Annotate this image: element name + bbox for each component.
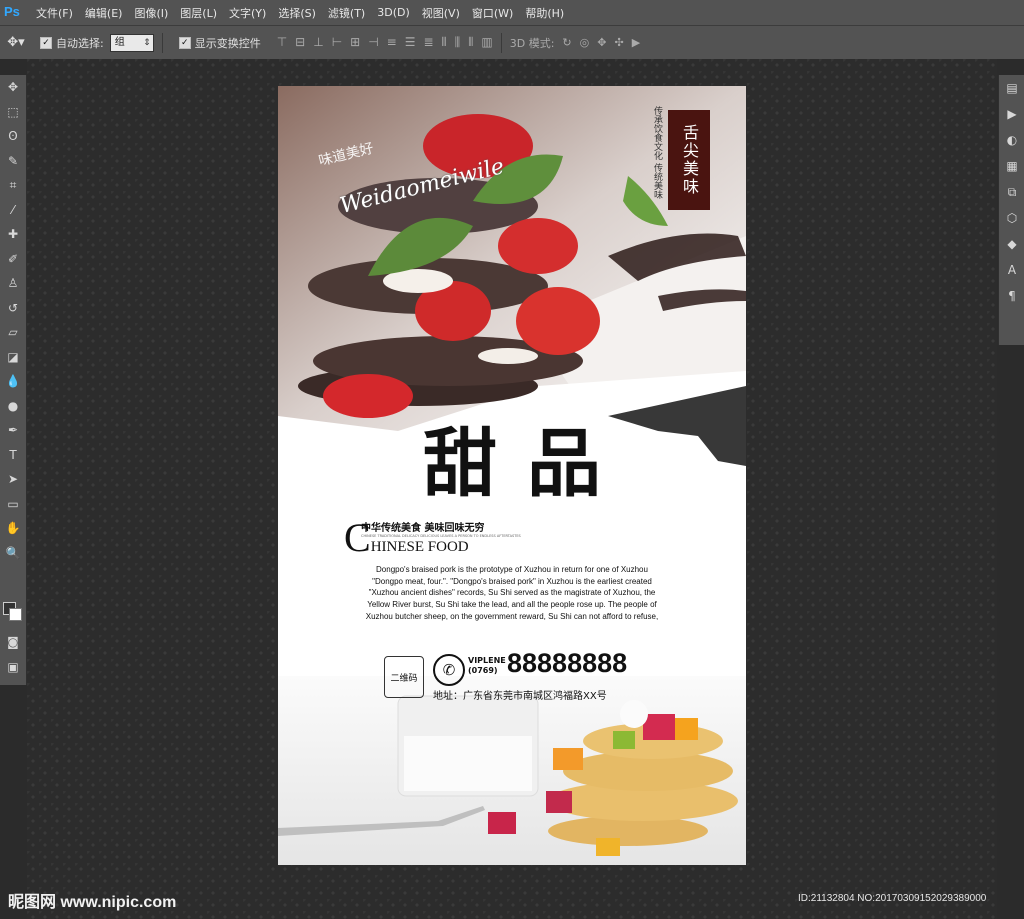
- app-logo: Ps: [4, 3, 20, 19]
- color-panel-icon[interactable]: ◐: [999, 127, 1024, 153]
- distribute-top-icon[interactable]: ≡: [387, 35, 397, 50]
- align-right-icon[interactable]: ⊣: [368, 35, 378, 50]
- show-transform-checkbox[interactable]: ✓: [178, 36, 191, 49]
- crop-tool-icon[interactable]: ⌗: [0, 173, 26, 198]
- mode-3d-label: 3D 模式:: [509, 36, 555, 50]
- seal-title: 舌尖美味: [668, 110, 710, 210]
- quick-mask-icon[interactable]: ◙: [0, 630, 26, 655]
- menu-type[interactable]: 文字(Y): [223, 5, 272, 21]
- align-buttons: ⊤ ⊟ ⊥ ⊢ ⊞ ⊣ ≡ ☰ ≣ ⫴ ⫼ ⦀ ▥: [277, 35, 493, 50]
- quick-select-tool-icon[interactable]: ✎: [0, 149, 26, 174]
- swatches-panel-icon[interactable]: ▦: [999, 153, 1024, 179]
- qr-code-box: 二维码: [384, 656, 424, 698]
- divider: [161, 32, 163, 53]
- phone-number: 88888888: [507, 648, 628, 678]
- address-text: 地址：广东省东莞市南城区鸿福路XX号: [433, 691, 607, 702]
- panel-dock: ▤ ▶ ◐ ▦ ⧉ ⬡ ◆ A ¶: [998, 75, 1024, 345]
- pen-tool-icon[interactable]: ✒: [0, 418, 26, 443]
- phone-label: VIPLENE (0769): [468, 656, 506, 676]
- site-watermark: 昵图网 www.nipic.com: [8, 894, 177, 911]
- screen-mode-icon[interactable]: ▣: [0, 655, 26, 680]
- rectangle-tool-icon[interactable]: ▭: [0, 492, 26, 517]
- paragraph-panel-icon[interactable]: ¶: [999, 283, 1024, 309]
- menu-edit[interactable]: 编辑(E): [79, 5, 129, 21]
- character-panel-icon[interactable]: A: [999, 257, 1024, 283]
- lasso-tool-icon[interactable]: ʘ: [0, 124, 26, 149]
- marquee-tool-icon[interactable]: ⬚: [0, 100, 26, 125]
- menu-window[interactable]: 窗口(W): [466, 5, 519, 21]
- zoom-tool-icon[interactable]: 🔍: [0, 541, 26, 566]
- dodge-tool-icon[interactable]: ●: [0, 394, 26, 419]
- menu-help[interactable]: 帮助(H): [519, 5, 570, 21]
- eyedropper-tool-icon[interactable]: ⁄: [0, 198, 26, 223]
- menu-file[interactable]: 文件(F): [30, 5, 79, 21]
- clone-stamp-icon[interactable]: ♙: [0, 271, 26, 296]
- distribute-hcenter-icon[interactable]: ⫼: [455, 35, 461, 50]
- 3d-mode-buttons: ↻ ◎ ✥ ✣ ▶: [562, 36, 640, 49]
- adjustments-panel-icon[interactable]: ⧉: [999, 179, 1024, 205]
- path-select-icon[interactable]: ➤: [0, 467, 26, 492]
- align-top-icon[interactable]: ⊤: [277, 35, 287, 50]
- menu-bar: Ps 文件(F) 编辑(E) 图像(I) 图层(L) 文字(Y) 选择(S) 滤…: [0, 0, 1024, 25]
- show-transform-label: 显示变换控件: [194, 36, 261, 50]
- distribute-vcenter-icon[interactable]: ☰: [405, 35, 416, 50]
- 3d-roll-icon[interactable]: ◎: [580, 36, 590, 49]
- distribute-right-icon[interactable]: ⦀: [468, 35, 473, 50]
- subtitle-chinese: 中华传统美食 美味回味无穷: [361, 523, 485, 534]
- menu-filter[interactable]: 滤镜(T): [322, 5, 371, 21]
- distribute-left-icon[interactable]: ⫴: [442, 35, 447, 50]
- healing-brush-icon[interactable]: ✚: [0, 222, 26, 247]
- 3d-slide-icon[interactable]: ✣: [614, 36, 623, 49]
- 3d-pan-icon[interactable]: ✥: [597, 36, 606, 49]
- distribute-bottom-icon[interactable]: ≣: [423, 35, 433, 50]
- phone-label-bottom: (0769): [468, 666, 498, 675]
- eraser-tool-icon[interactable]: ▱: [0, 320, 26, 345]
- divider: [500, 32, 502, 53]
- menu-layer[interactable]: 图层(L): [174, 5, 223, 21]
- auto-select-dropdown[interactable]: 组: [109, 33, 154, 52]
- auto-select-checkbox[interactable]: ✓: [40, 36, 52, 49]
- type-tool-icon[interactable]: T: [0, 443, 26, 468]
- actions-panel-icon[interactable]: ▶: [999, 101, 1024, 127]
- align-left-icon[interactable]: ⊢: [332, 35, 342, 50]
- menu-view[interactable]: 视图(V): [416, 5, 466, 21]
- move-tool-icon[interactable]: ✥: [0, 75, 26, 100]
- paint-bucket-icon[interactable]: ◪: [0, 345, 26, 370]
- 3d-scale-icon[interactable]: ▶: [632, 36, 640, 49]
- subtitle-en-rest: HINESE FOOD: [370, 539, 469, 555]
- phone-label-top: VIPLENE: [468, 656, 506, 665]
- align-vcenter-icon[interactable]: ⊟: [295, 35, 305, 50]
- history-panel-icon[interactable]: ▤: [999, 75, 1024, 101]
- id-watermark: ID:21132804 NO:20170309152029389000: [798, 893, 987, 904]
- history-brush-icon[interactable]: ↺: [0, 296, 26, 321]
- subtitle-small-english: CHINESE TRADITIONAL DELICACY DELICIOUS L…: [361, 534, 521, 538]
- tools-panel: ✥ ⬚ ʘ ✎ ⌗ ⁄ ✚ ✐ ♙ ↺ ▱ ◪ 💧 ● ✒ T ➤ ▭ ✋ 🔍 …: [0, 75, 27, 685]
- options-bar: ✥▾ ✓ 自动选择: 组 ✓ 显示变换控件 ⊤ ⊟ ⊥ ⊢ ⊞ ⊣ ≡ ☰ ≣ …: [0, 25, 1024, 60]
- brush-tool-icon[interactable]: ✐: [0, 247, 26, 272]
- description-paragraph: Dongpo's braised pork is the prototype o…: [365, 565, 659, 621]
- phone-icon: ✆: [433, 654, 465, 686]
- hand-tool-icon[interactable]: ✋: [0, 516, 26, 541]
- menu-select[interactable]: 选择(S): [272, 5, 322, 21]
- menu-image[interactable]: 图像(I): [128, 5, 174, 21]
- layers-panel-icon[interactable]: ◆: [999, 231, 1024, 257]
- background-color-swatch[interactable]: [9, 608, 22, 621]
- side-vertical-text: 传承饮食文化 传统美味: [652, 106, 662, 199]
- blur-tool-icon[interactable]: 💧: [0, 369, 26, 394]
- auto-select-label: 自动选择:: [56, 36, 104, 50]
- 3d-rotate-icon[interactable]: ↻: [562, 36, 571, 49]
- properties-panel-icon[interactable]: ⬡: [999, 205, 1024, 231]
- auto-align-icon[interactable]: ▥: [481, 35, 492, 50]
- poster-main-title: 甜品: [423, 421, 631, 507]
- align-hcenter-icon[interactable]: ⊞: [350, 35, 360, 50]
- align-bottom-icon[interactable]: ⊥: [313, 35, 323, 50]
- menu-3d[interactable]: 3D(D): [371, 6, 416, 19]
- move-tool-preset-icon[interactable]: ✥▾: [0, 35, 32, 50]
- document-canvas[interactable]: 传承饮食文化 传统美味 舌尖美味 味道美好 Weidaomeiwile 甜品 C…: [278, 86, 746, 865]
